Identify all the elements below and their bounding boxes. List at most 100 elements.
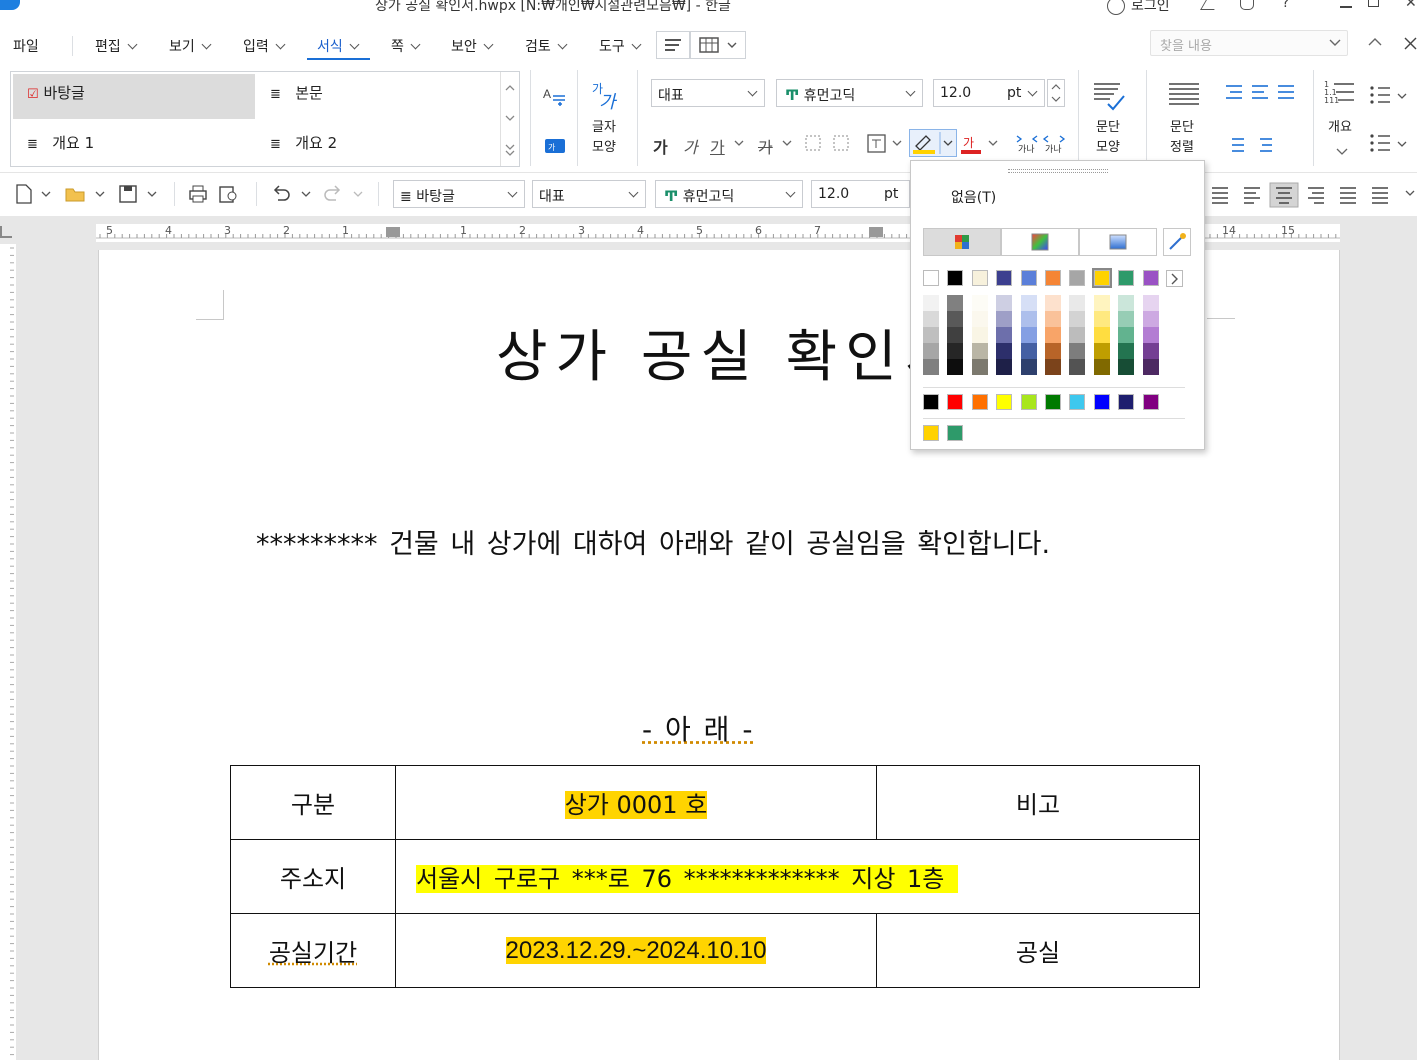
standard-color-swatch[interactable] [996, 394, 1013, 410]
standard-color-swatch[interactable] [1118, 394, 1135, 410]
table-cell[interactable]: 2023.12.29.~2024.10.10 [395, 913, 877, 988]
fullscreen-icon[interactable] [1200, 0, 1220, 10]
para-shape-button[interactable]: 문단 모양 [1090, 78, 1134, 166]
color-swatch[interactable] [947, 270, 964, 286]
style-item-base[interactable]: ☑ 바탕글 [27, 82, 85, 103]
redo-icon[interactable] [322, 184, 366, 204]
chevron-down-icon[interactable] [892, 140, 902, 148]
color-swatch[interactable] [971, 270, 988, 286]
menu-tools[interactable]: 도구 [599, 36, 642, 56]
text-direction-button[interactable] [656, 31, 690, 59]
para-align-button[interactable]: 문단 정렬 [1163, 78, 1213, 166]
document-title[interactable]: 상가 공실 확인서 [496, 312, 964, 393]
popup-drag-handle[interactable] [1008, 169, 1108, 173]
char-spacing-wide-icon[interactable]: 가나 [1042, 132, 1066, 154]
menu-security[interactable]: 보안 [451, 36, 494, 56]
shade-swatch[interactable] [971, 359, 988, 375]
shade-swatch[interactable] [1045, 295, 1061, 311]
minimize-icon[interactable] [1340, 6, 1352, 8]
shade-swatch[interactable] [996, 295, 1013, 311]
color-swatch[interactable] [1069, 270, 1086, 286]
color-swatch[interactable] [923, 270, 939, 286]
shade-swatch[interactable] [1142, 359, 1159, 375]
shade-swatch[interactable] [923, 359, 939, 375]
shadow-char-icon[interactable] [832, 134, 854, 156]
menu-view[interactable]: 보기 [169, 36, 212, 56]
color-swatch[interactable] [1045, 270, 1061, 286]
shade-swatch[interactable] [1045, 327, 1061, 343]
chevron-down-icon[interactable] [734, 140, 744, 148]
no-color-option[interactable]: 없음(T) [951, 187, 996, 207]
tab-gradient[interactable] [1079, 228, 1157, 256]
shade-swatch[interactable] [1069, 359, 1086, 375]
chevron-down-icon[interactable] [988, 140, 998, 148]
color-swatch[interactable] [996, 270, 1013, 286]
more-colors-icon[interactable] [1166, 270, 1184, 288]
shade-swatch[interactable] [996, 359, 1013, 375]
shade-swatch[interactable] [1118, 311, 1135, 327]
quick-lang-combo[interactable]: 대표 [532, 180, 646, 208]
font-size-combo[interactable]: 12.0 pt [933, 79, 1045, 107]
shade-swatch[interactable] [947, 343, 964, 359]
maximize-icon[interactable] [1368, 0, 1379, 7]
style-combo[interactable]: ≣ 바탕글 [393, 180, 525, 208]
shade-swatch[interactable] [1142, 343, 1159, 359]
login-button[interactable]: 로그인 [1107, 0, 1170, 15]
shade-swatch[interactable] [947, 311, 964, 327]
shade-swatch[interactable] [1118, 327, 1135, 343]
outline-button[interactable]: 1 1.1 111 개요 [1322, 78, 1362, 166]
open-folder-icon[interactable] [64, 184, 108, 204]
line-spacing-icon[interactable] [1222, 133, 1274, 155]
shade-swatch[interactable] [1020, 311, 1037, 327]
font-color-icon[interactable]: 가 [960, 134, 984, 156]
save-icon[interactable] [118, 184, 162, 204]
shade-swatch[interactable] [1093, 327, 1110, 343]
shade-swatch[interactable] [923, 295, 939, 311]
shade-swatch[interactable] [1020, 327, 1037, 343]
shade-swatch[interactable] [1093, 295, 1110, 311]
eyedropper-button[interactable] [1163, 228, 1191, 256]
shade-swatch[interactable] [947, 295, 964, 311]
standard-color-swatch[interactable] [1069, 394, 1086, 410]
table-cell[interactable]: 공실 [876, 913, 1200, 988]
shade-swatch[interactable] [1020, 295, 1037, 311]
table-cell[interactable]: 주소지 [230, 839, 396, 914]
recent-color-swatch[interactable] [923, 425, 939, 441]
shade-swatch[interactable] [1069, 343, 1086, 359]
collapse-ribbon-icon[interactable] [1368, 37, 1382, 47]
shade-swatch[interactable] [1118, 295, 1135, 311]
shade-swatch[interactable] [996, 327, 1013, 343]
outline-char-icon[interactable] [804, 134, 826, 156]
standard-color-swatch[interactable] [947, 394, 964, 410]
style-item-outline2[interactable]: ≣ 개요 2 [270, 132, 337, 153]
below-heading[interactable]: - 아 래 - [642, 708, 754, 748]
color-swatch[interactable] [1142, 270, 1159, 286]
standard-color-swatch[interactable] [1045, 394, 1061, 410]
shade-swatch[interactable] [1069, 295, 1086, 311]
standard-color-swatch[interactable] [971, 394, 988, 410]
bold-button[interactable]: 가 [653, 134, 668, 158]
vertical-ruler[interactable] [0, 244, 16, 1060]
menu-file[interactable]: 파일 [13, 36, 39, 56]
style-manager-icon[interactable]: 가 [543, 135, 569, 155]
shade-swatch[interactable] [1118, 359, 1135, 375]
menu-format[interactable]: 서식 [317, 36, 360, 56]
italic-button[interactable]: 가 [683, 134, 698, 158]
shade-swatch[interactable] [923, 343, 939, 359]
shade-swatch[interactable] [971, 327, 988, 343]
char-shape-button[interactable]: 가가 글자 모양 [588, 78, 628, 166]
align-buttons-icon[interactable] [1210, 182, 1417, 208]
shade-swatch[interactable] [947, 327, 964, 343]
add-style-icon[interactable]: A [543, 84, 569, 106]
table-cell[interactable]: 상가 0001 호 [395, 765, 877, 840]
shade-swatch[interactable] [1020, 343, 1037, 359]
style-item-body[interactable]: ≣ 본문 [270, 82, 323, 103]
shade-swatch[interactable] [1093, 311, 1110, 327]
quick-font-combo[interactable]: Ͳ 휴먼고딕 [655, 180, 803, 208]
shade-swatch[interactable] [1045, 311, 1061, 327]
new-doc-icon[interactable] [14, 184, 54, 204]
emboss-char-icon[interactable] [866, 133, 888, 155]
document-body-text[interactable]: ********* 건물 내 상가에 대하여 아래와 같이 공실임을 확인합니다… [256, 522, 1050, 561]
color-swatch[interactable] [1118, 270, 1135, 286]
table-cell[interactable]: 서울시 구로구 ***로 76 ************* 지상 1층 [395, 839, 1200, 914]
